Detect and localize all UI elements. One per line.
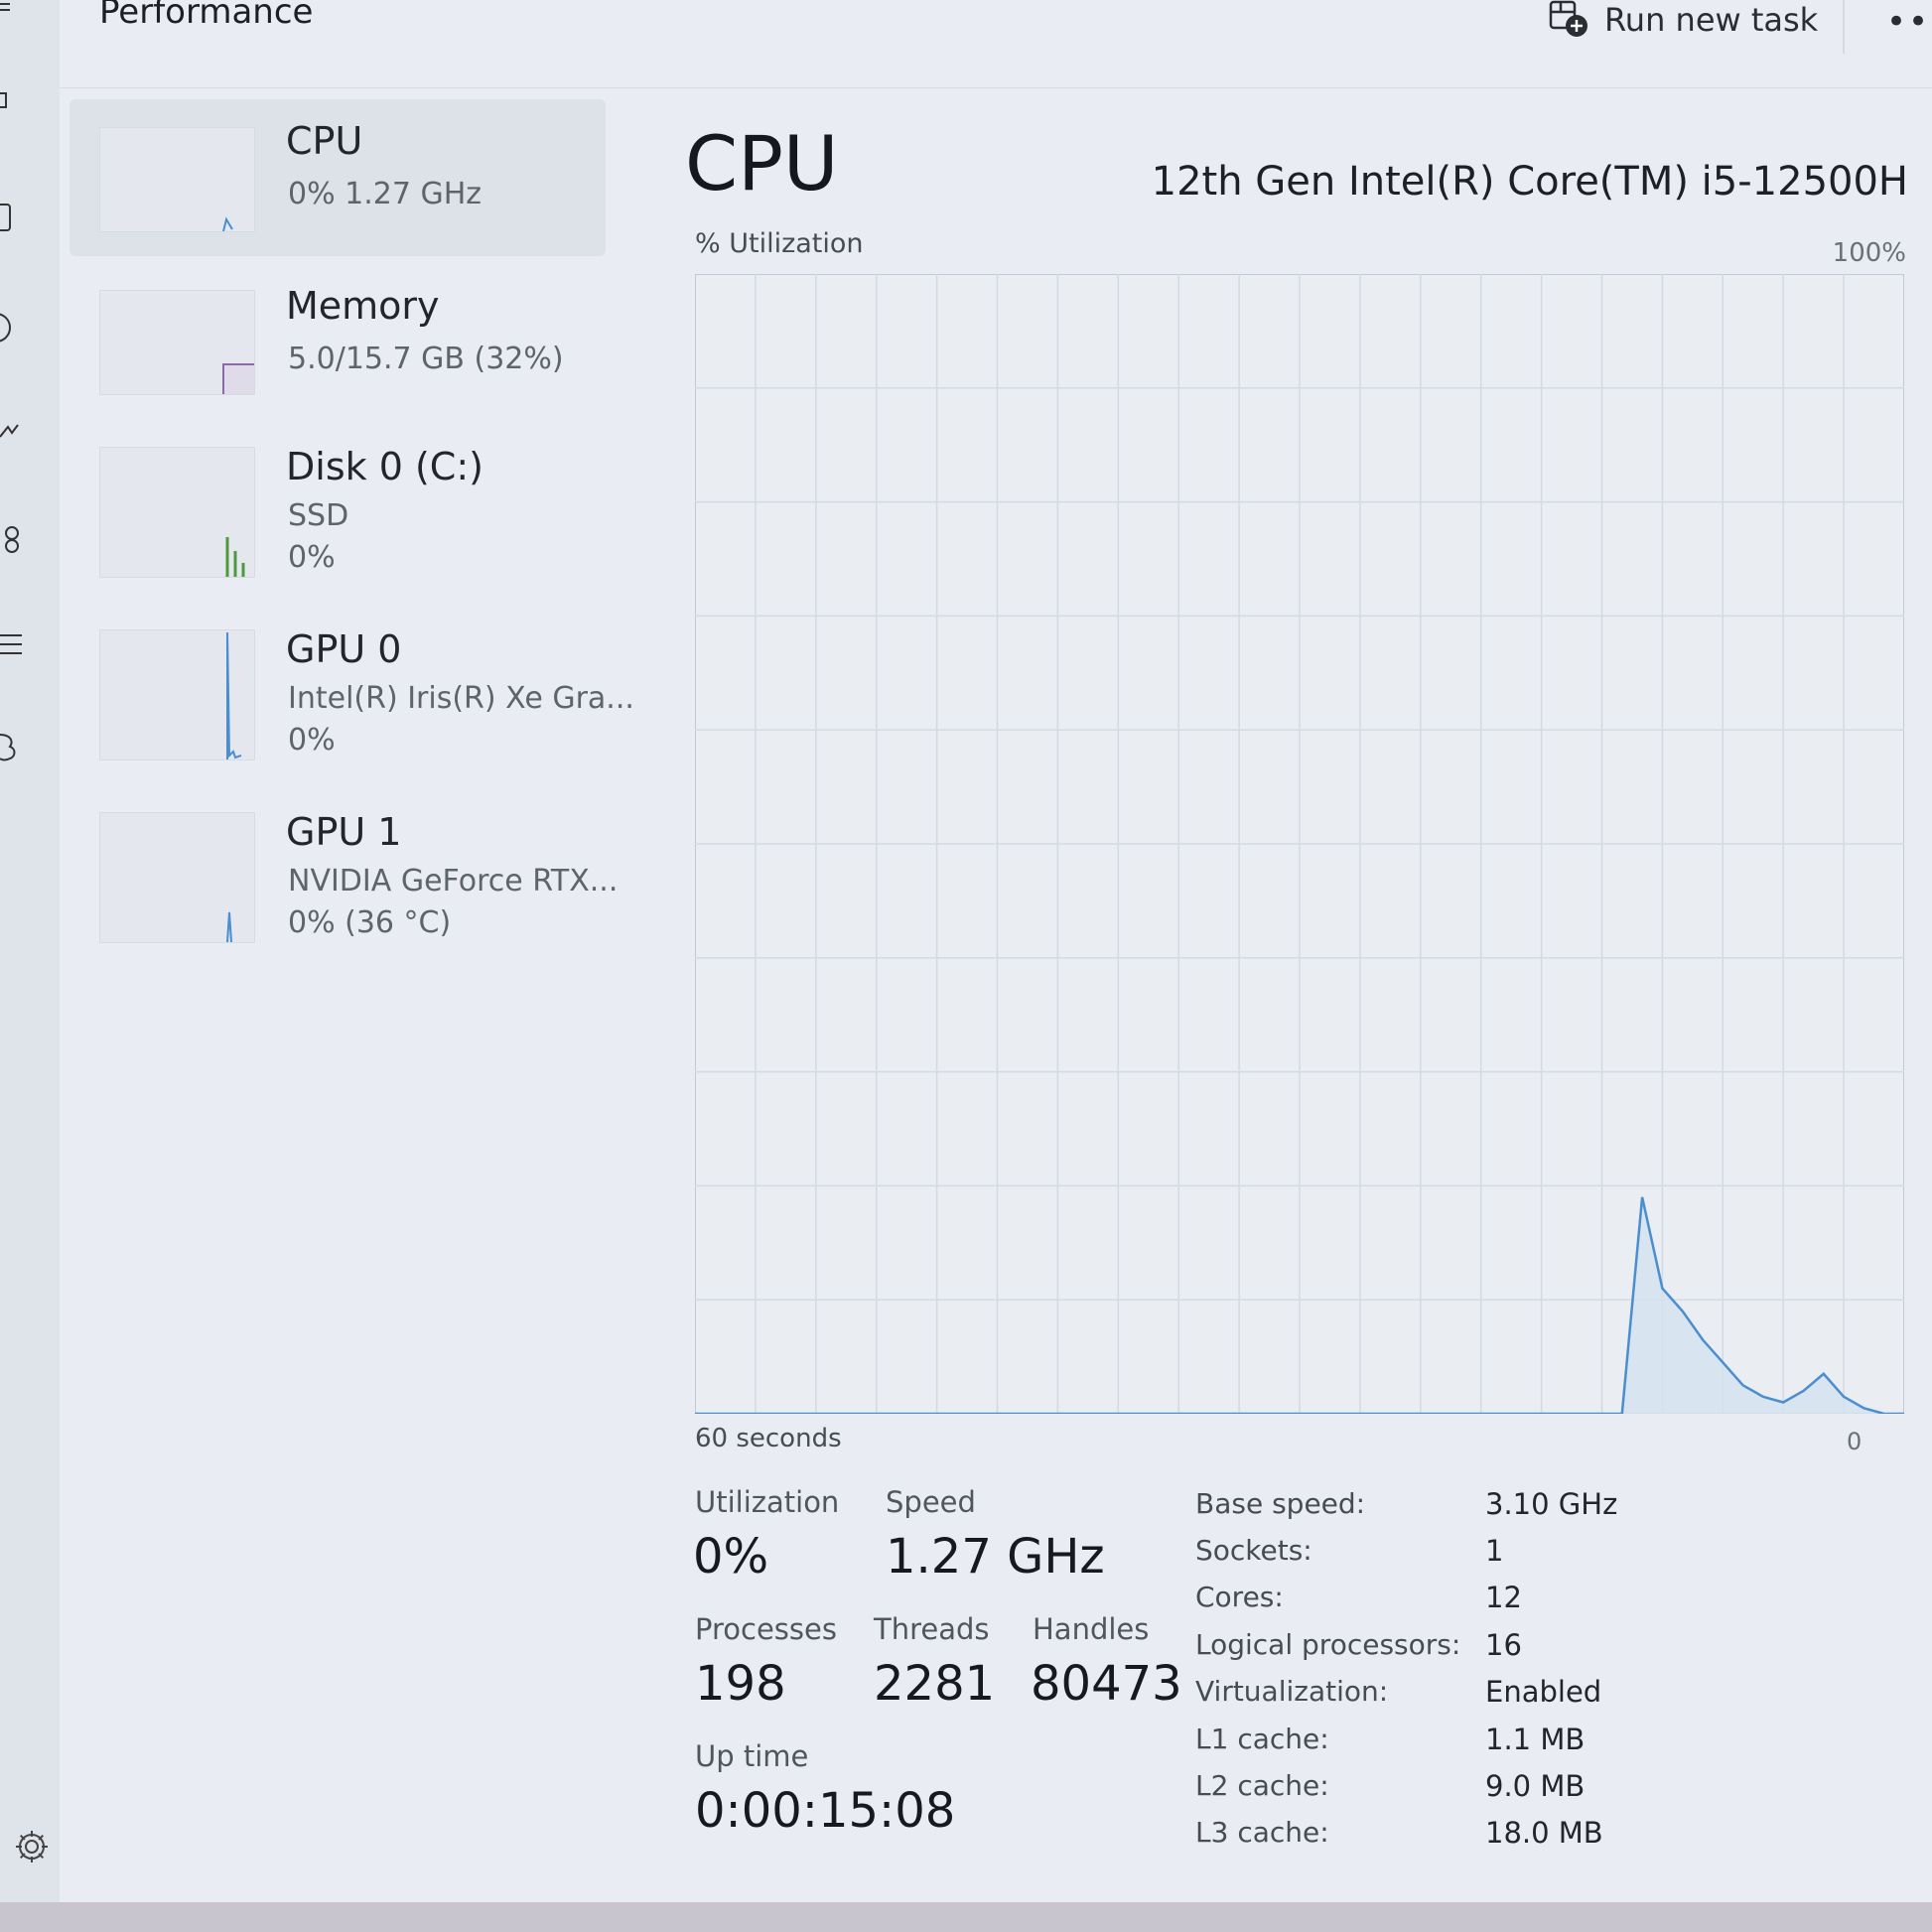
x-axis-min-label: 0 [1847, 1428, 1863, 1455]
sidebar-item-value: 0% [288, 723, 336, 758]
startup-icon[interactable] [0, 413, 28, 449]
sidebar-item-title: GPU 1 [286, 810, 402, 854]
cpu-model-name: 12th Gen Intel(R) Core(TM) i5-12500H [1151, 159, 1908, 205]
handles-label: Handles [1033, 1612, 1150, 1646]
new-task-icon [1549, 0, 1587, 37]
sidebar-item-disk[interactable]: Disk 0 (C:) SSD 0% [69, 427, 606, 596]
sidebar-item-title: Memory [286, 284, 440, 328]
sidebar-item-title: CPU [286, 119, 363, 163]
sidebar-item-value: 0% [288, 540, 336, 575]
sidebar-item-value: 0% (36 °C) [288, 905, 452, 940]
sidebar-item-detail: 5.0/15.7 GB (32%) [288, 342, 564, 376]
spec-value: 3.10 GHz [1485, 1487, 1618, 1521]
y-axis-max-label: 100% [1832, 238, 1906, 268]
processes-label: Processes [695, 1612, 837, 1646]
spec-key: Virtualization: [1195, 1675, 1389, 1708]
users-icon[interactable] [0, 522, 28, 558]
uptime-label: Up time [695, 1739, 809, 1773]
spec-key: Base speed: [1195, 1487, 1366, 1520]
cpu-utilization-graph [694, 273, 1905, 1416]
run-new-task-button[interactable]: Run new task [1549, 0, 1818, 40]
spec-value: 1.1 MB [1485, 1723, 1586, 1756]
details-icon[interactable] [0, 627, 28, 663]
sidebar-item-title: Disk 0 (C:) [286, 445, 483, 488]
cpu-thumbnail [99, 127, 255, 232]
uptime-value: 0:00:15:08 [695, 1783, 956, 1839]
sidebar-item-gpu0[interactable]: GPU 0 Intel(R) Iris(R) Xe Gra... 0% [69, 610, 634, 778]
gpu0-thumbnail [99, 629, 255, 760]
header-separator [60, 87, 1932, 88]
sidebar-item-detail: NVIDIA GeForce RTX... [288, 864, 619, 898]
threads-label: Threads [874, 1612, 990, 1646]
spec-key: L1 cache: [1195, 1723, 1329, 1755]
processes-value: 198 [695, 1656, 786, 1712]
threads-value: 2281 [874, 1656, 996, 1712]
performance-icon[interactable] [0, 201, 28, 236]
utilization-value: 0% [693, 1529, 769, 1585]
header-divider [1843, 0, 1845, 54]
app-history-icon[interactable] [0, 310, 28, 345]
spec-value: 12 [1485, 1581, 1522, 1614]
run-new-task-label: Run new task [1604, 1, 1819, 39]
sidebar-item-cpu[interactable]: CPU 0% 1.27 GHz [69, 99, 606, 256]
sidebar-item-memory[interactable]: Memory 5.0/15.7 GB (32%) [69, 268, 606, 417]
services-icon[interactable] [0, 731, 28, 766]
processes-icon[interactable] [0, 85, 28, 121]
settings-icon[interactable] [12, 1827, 52, 1866]
more-options-button[interactable]: ••• [1886, 2, 1932, 42]
spec-key: Sockets: [1195, 1534, 1312, 1567]
spec-value: 1 [1485, 1534, 1504, 1568]
sidebar-item-title: GPU 0 [286, 627, 402, 671]
utilization-label: Utilization [695, 1485, 840, 1519]
menu-icon[interactable] [0, 0, 28, 36]
navigation-rail [0, 0, 60, 1932]
gpu1-thumbnail [99, 812, 255, 943]
x-axis-label: 60 seconds [695, 1424, 842, 1453]
utilization-chart [694, 273, 1905, 1416]
spec-value: 9.0 MB [1485, 1769, 1586, 1803]
spec-value: 16 [1485, 1628, 1522, 1662]
cpu-heading: CPU [685, 119, 839, 207]
page-title: Performance [99, 0, 314, 32]
speed-label: Speed [886, 1485, 976, 1519]
sidebar-item-detail: SSD [288, 498, 349, 533]
disk-thumbnail [99, 447, 255, 578]
sidebar-item-gpu1[interactable]: GPU 1 NVIDIA GeForce RTX... 0% (36 °C) [69, 792, 618, 961]
handles-value: 80473 [1031, 1656, 1182, 1712]
sidebar-item-detail: Intel(R) Iris(R) Xe Gra... [288, 681, 634, 716]
sidebar-item-detail: 0% 1.27 GHz [288, 177, 483, 211]
y-axis-label: % Utilization [695, 228, 864, 259]
speed-value: 1.27 GHz [886, 1529, 1105, 1585]
memory-thumbnail [99, 290, 255, 395]
spec-key: Logical processors: [1195, 1628, 1461, 1661]
spec-value: 18.0 MB [1485, 1816, 1603, 1850]
spec-key: L2 cache: [1195, 1769, 1329, 1802]
spec-key: Cores: [1195, 1581, 1284, 1613]
chart-grid [695, 274, 1904, 1414]
spec-key: L3 cache: [1195, 1816, 1329, 1849]
spec-value: Enabled [1485, 1675, 1602, 1709]
window-bottom-edge [0, 1902, 1932, 1932]
